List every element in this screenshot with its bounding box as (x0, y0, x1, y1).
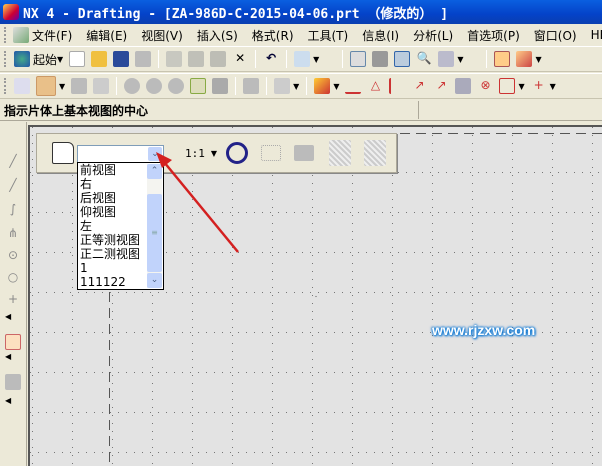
annotation-arrow (156, 152, 239, 253)
arrow-head (156, 152, 172, 168)
watermark: www.rjzxw.com (432, 322, 536, 338)
arrow-shaft (163, 161, 239, 253)
